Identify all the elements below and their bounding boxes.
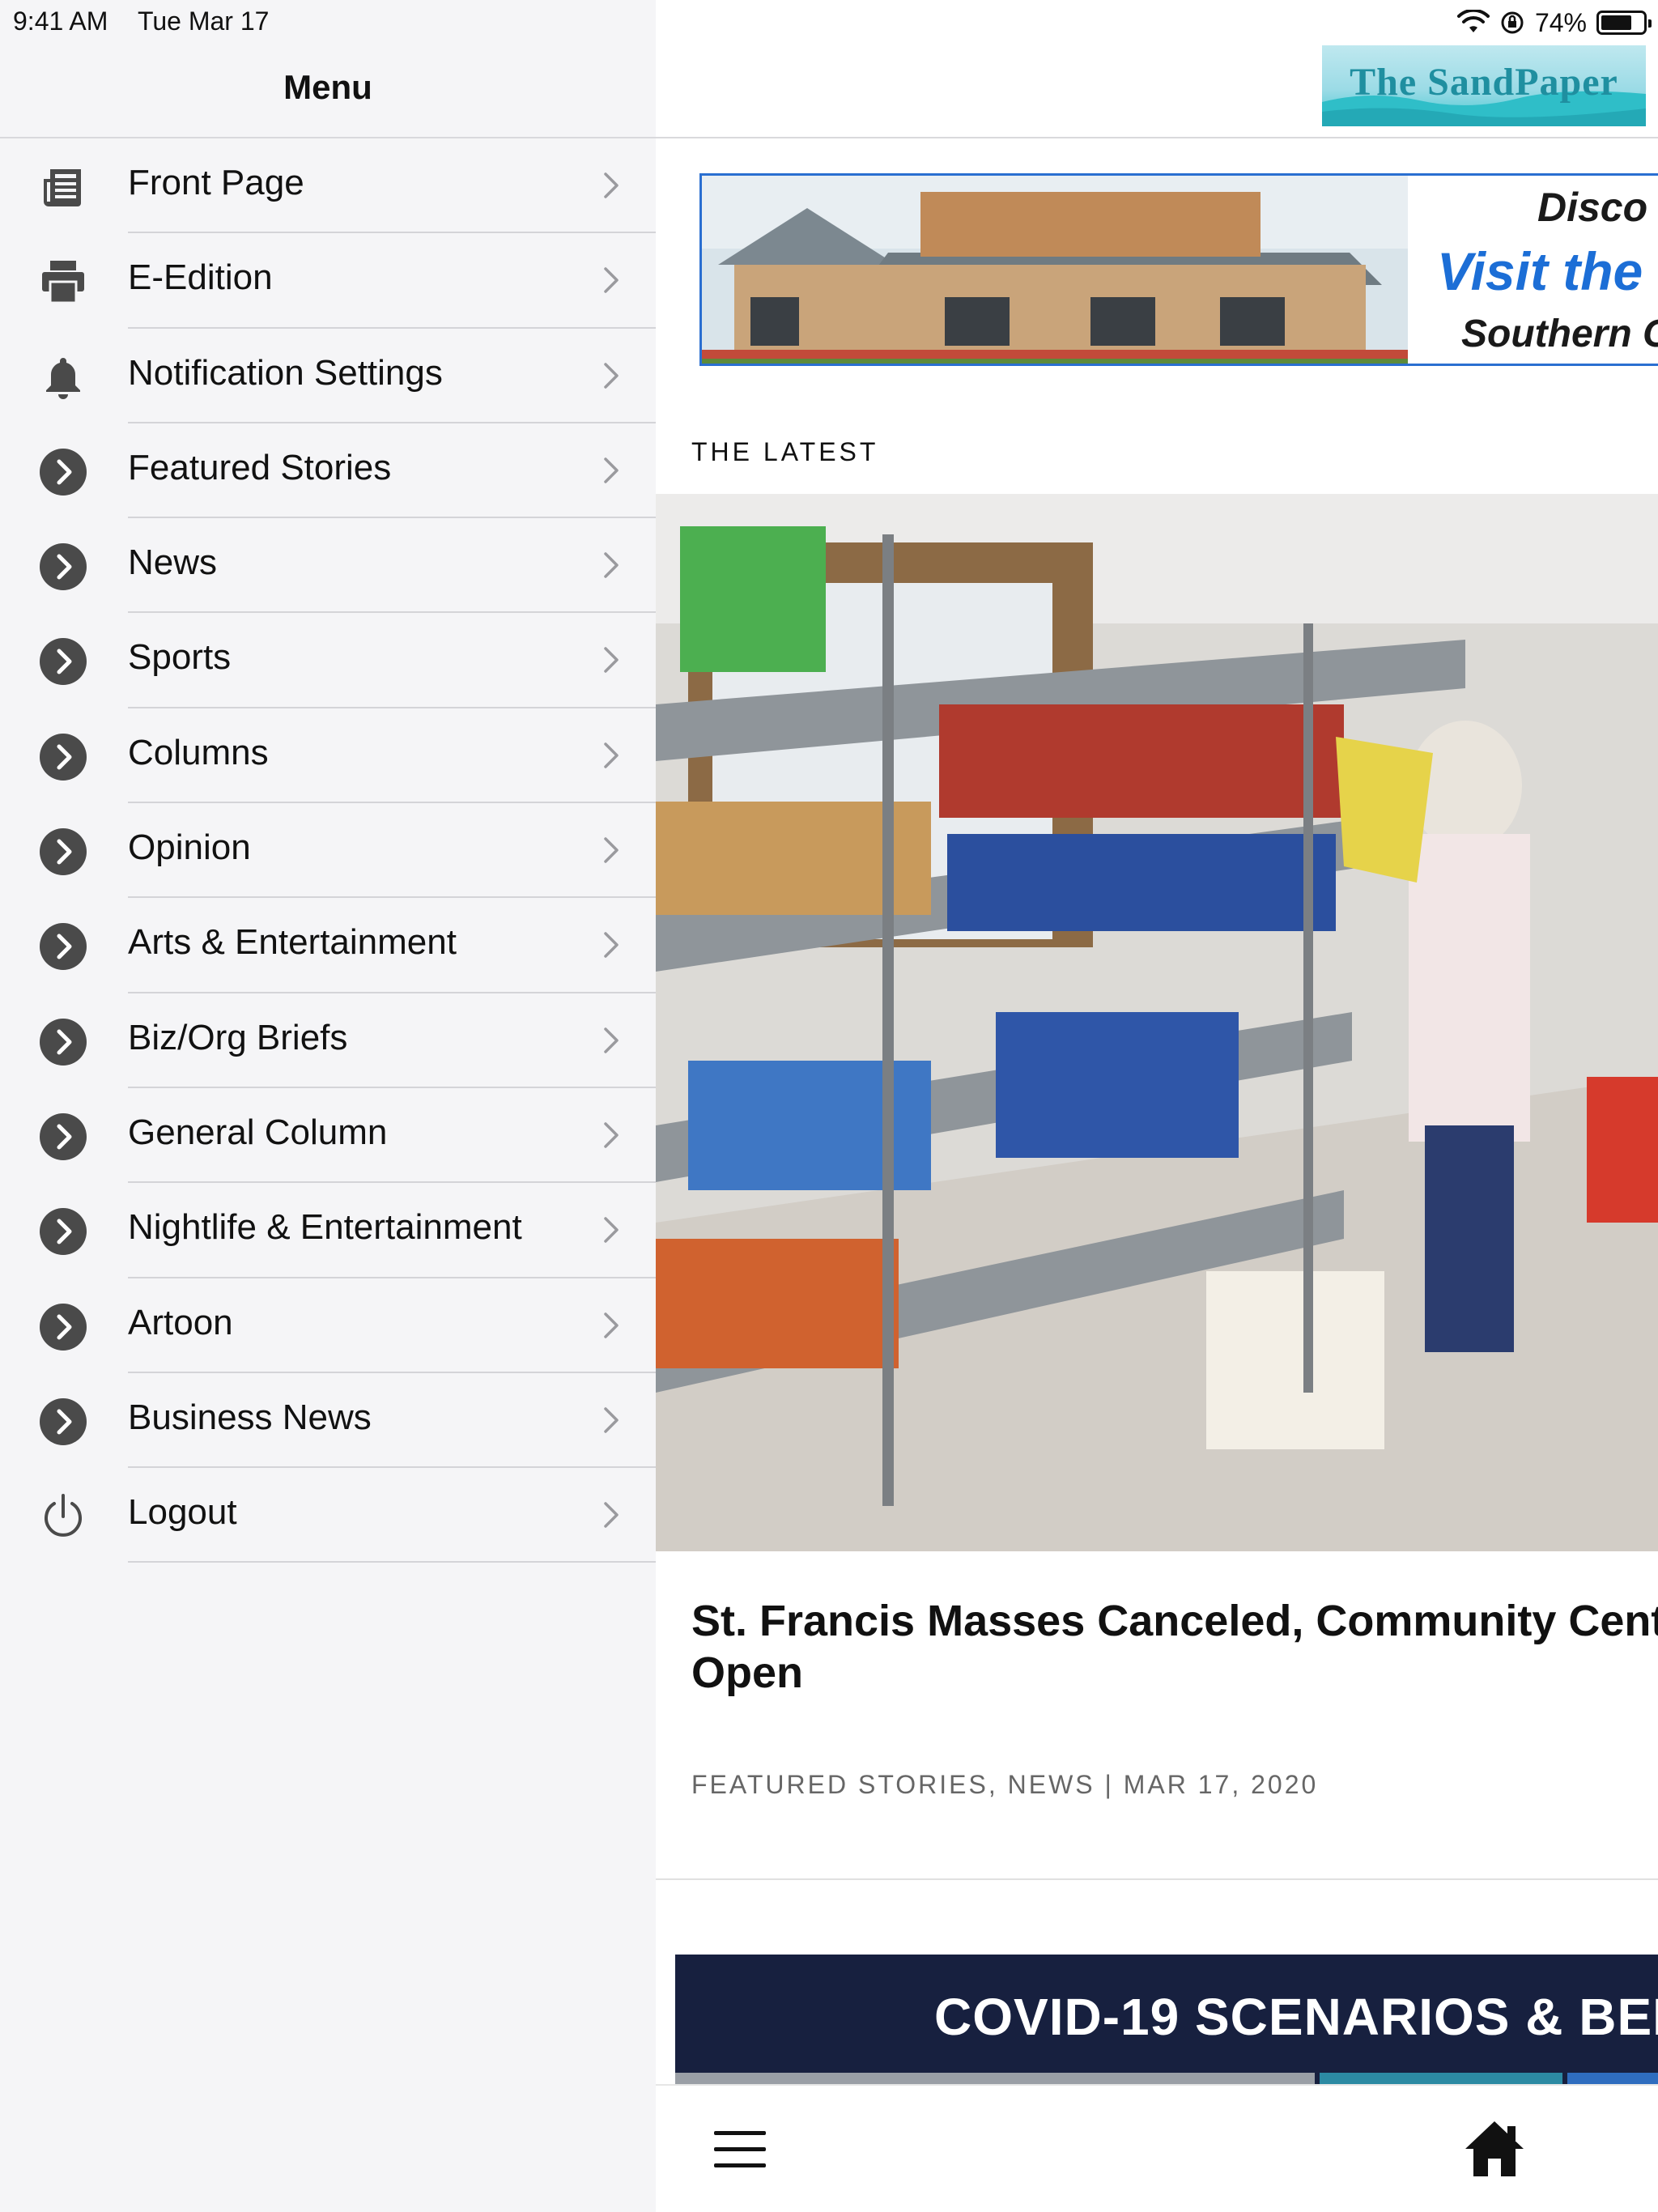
menu-item-label: Biz/Org Briefs [128, 1017, 348, 1057]
menu-item-logout[interactable]: Logout [0, 1468, 656, 1563]
ad-banner[interactable]: Disco Visit the L Southern Oc [699, 173, 1658, 366]
section-label-latest: THE LATEST [691, 437, 879, 466]
chevron-circle-icon [39, 827, 87, 876]
food-pantry-photo [656, 494, 1658, 1551]
menu-list: Front Page E-Edition Notification Settings… [0, 138, 656, 1563]
chevron-right-icon [604, 647, 619, 674]
chevron-right-icon [604, 1122, 619, 1148]
menu-item-opinion[interactable]: Opinion [0, 803, 656, 899]
article-divider [656, 1878, 1658, 1880]
sandpaper-logo[interactable]: The SandPaper [1322, 45, 1646, 126]
ad-copy: Disco Visit the L Southern Oc [1408, 176, 1658, 364]
menu-item-artoon[interactable]: Artoon [0, 1278, 656, 1373]
content-panel: The SandPaper Disco Visit the L Southern… [656, 0, 1658, 2212]
bell-icon [39, 353, 87, 402]
menu-header: Menu [0, 44, 656, 138]
covid-banner[interactable]: COVID-19 SCENARIOS & BENE [675, 1955, 1658, 2084]
menu-item-business-news[interactable]: Business News [0, 1373, 656, 1469]
ad-subline: Southern Oc [1461, 313, 1658, 355]
battery-icon [1596, 11, 1652, 35]
menu-title: Menu [283, 68, 372, 106]
menu-item-label: Nightlife & Entertainment [128, 1207, 522, 1248]
chevron-right-icon [604, 1027, 619, 1053]
menu-item-label: General Column [128, 1112, 388, 1152]
chevron-right-icon [604, 457, 619, 483]
home-icon[interactable] [1464, 2118, 1525, 2180]
menu-item-general-column[interactable]: General Column [0, 1088, 656, 1184]
menu-item-label: Arts & Entertainment [128, 922, 457, 963]
chevron-right-icon [604, 267, 619, 294]
printer-icon [39, 257, 87, 306]
menu-item-columns[interactable]: Columns [0, 708, 656, 804]
menu-item-label: Front Page [128, 163, 304, 202]
menu-item-arts-entertainment[interactable]: Arts & Entertainment [0, 898, 656, 993]
menu-item-featured-stories[interactable]: Featured Stories [0, 423, 656, 519]
chevron-right-icon [604, 1407, 619, 1433]
ad-house-photo [702, 176, 1408, 364]
top-bar: The SandPaper [656, 44, 1658, 138]
newspaper-icon [39, 163, 87, 211]
chevron-circle-icon [39, 733, 87, 781]
menu-item-label: Opinion [128, 827, 251, 868]
menu-item-label: Notification Settings [128, 352, 443, 393]
menu-item-label: Sports [128, 637, 232, 678]
menu-item-label: Artoon [128, 1302, 233, 1342]
chevron-circle-icon [39, 448, 87, 496]
menu-item-label: Columns [128, 732, 269, 772]
chevron-circle-icon [39, 542, 87, 591]
chevron-circle-icon [39, 1207, 87, 1256]
menu-item-biz-org-briefs[interactable]: Biz/Org Briefs [0, 993, 656, 1088]
menu-item-nightlife-entertainment[interactable]: Nightlife & Entertainment [0, 1183, 656, 1278]
chevron-circle-icon [39, 637, 87, 686]
banner-text: COVID-19 SCENARIOS & BENE [934, 1988, 1658, 2046]
banner-stripe-blue [1567, 2073, 1658, 2084]
menu-item-front-page[interactable]: Front Page [0, 138, 656, 234]
menu-item-news[interactable]: News [0, 518, 656, 614]
chevron-right-icon [604, 552, 619, 578]
battery-fill [1601, 15, 1631, 30]
hamburger-icon[interactable] [714, 2131, 766, 2168]
menu-item-label: Business News [128, 1397, 372, 1437]
chevron-right-icon [604, 1312, 619, 1338]
menu-item-sports[interactable]: Sports [0, 613, 656, 708]
status-bar: 9:41 AM Tue Mar 17 74% [0, 0, 1658, 44]
chevron-right-icon [604, 362, 619, 389]
menu-item-e-edition[interactable]: E-Edition [0, 233, 656, 329]
chevron-circle-icon [39, 1397, 87, 1446]
chevron-right-icon [604, 932, 619, 959]
banner-stripe-teal [1320, 2073, 1562, 2084]
logo-text: The SandPaper [1350, 61, 1618, 104]
chevron-right-icon [604, 1502, 619, 1528]
menu-divider [128, 1561, 656, 1563]
ad-cta: Visit the L [1437, 241, 1658, 301]
status-indicators: 74% [1456, 6, 1652, 39]
battery-percent: 74% [1534, 7, 1587, 37]
menu-item-label: Featured Stories [128, 447, 392, 487]
wifi-icon [1456, 10, 1490, 32]
bottom-tab-bar [656, 2084, 1658, 2212]
menu-panel: Menu Front Page E-Edition Notification Set… [0, 0, 656, 2212]
article-title[interactable]: St. Francis Masses Canceled, Community C… [691, 1595, 1658, 1699]
banner-stripe-gray [675, 2073, 1315, 2084]
menu-item-label: Logout [128, 1492, 237, 1533]
status-date: Tue Mar 17 [138, 6, 270, 36]
ad-headline: Disco [1537, 185, 1648, 230]
menu-item-notification-settings[interactable]: Notification Settings [0, 329, 656, 423]
menu-item-label: News [128, 542, 218, 583]
chevron-circle-icon [39, 1303, 87, 1351]
status-time: 9:41 AM [13, 6, 108, 36]
article-meta: FEATURED STORIES, NEWS | MAR 17, 2020 [691, 1770, 1319, 1799]
chevron-right-icon [604, 1217, 619, 1244]
chevron-circle-icon [39, 1018, 87, 1066]
chevron-right-icon [604, 172, 619, 198]
chevron-circle-icon [39, 1112, 87, 1161]
rotation-lock-icon [1501, 11, 1524, 34]
chevron-right-icon [604, 837, 619, 863]
power-icon [39, 1492, 87, 1541]
menu-item-label: E-Edition [128, 257, 273, 298]
article-hero-image[interactable] [656, 494, 1658, 1551]
chevron-right-icon [604, 742, 619, 768]
chevron-circle-icon [39, 922, 87, 971]
